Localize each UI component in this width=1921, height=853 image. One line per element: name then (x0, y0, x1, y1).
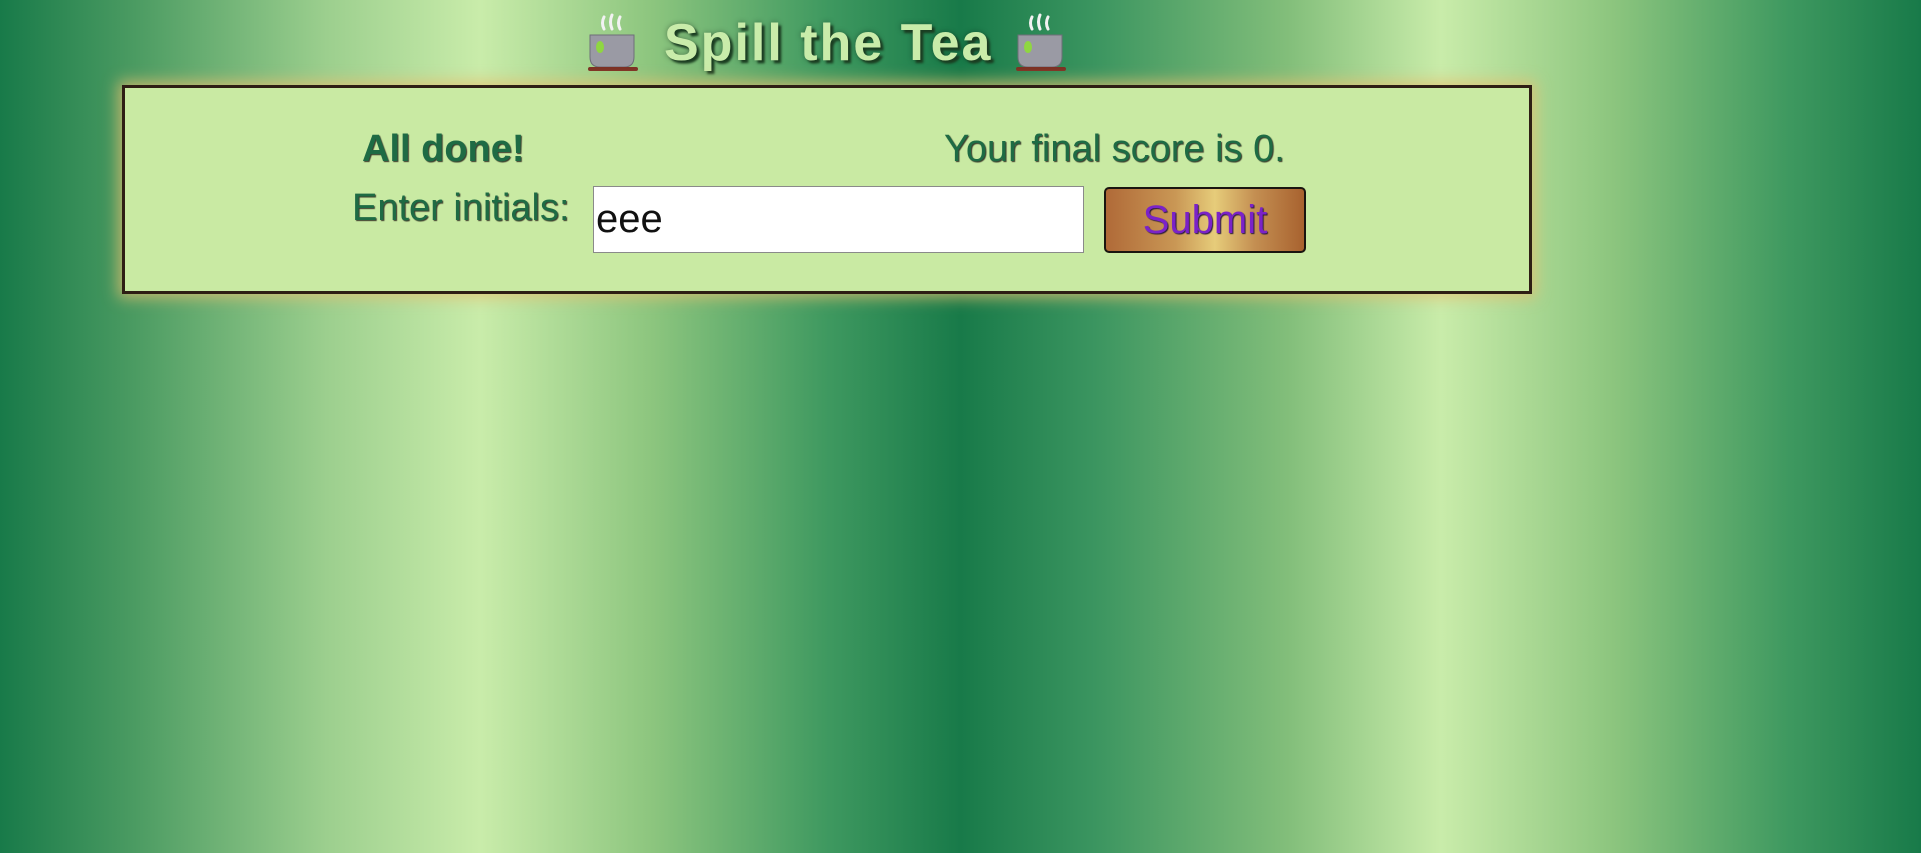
all-done-heading: All done! (362, 128, 525, 170)
tea-cup-icon (586, 13, 642, 73)
app-header: Spill the Tea (586, 10, 1070, 76)
submit-button[interactable]: Submit (1104, 187, 1306, 253)
final-score-text: Your final score is 0. (944, 128, 1285, 170)
page-title: Spill the Tea (664, 14, 993, 72)
tea-cup-icon (1014, 13, 1070, 73)
initials-label: Enter initials: (352, 187, 570, 229)
initials-input[interactable] (593, 186, 1084, 253)
